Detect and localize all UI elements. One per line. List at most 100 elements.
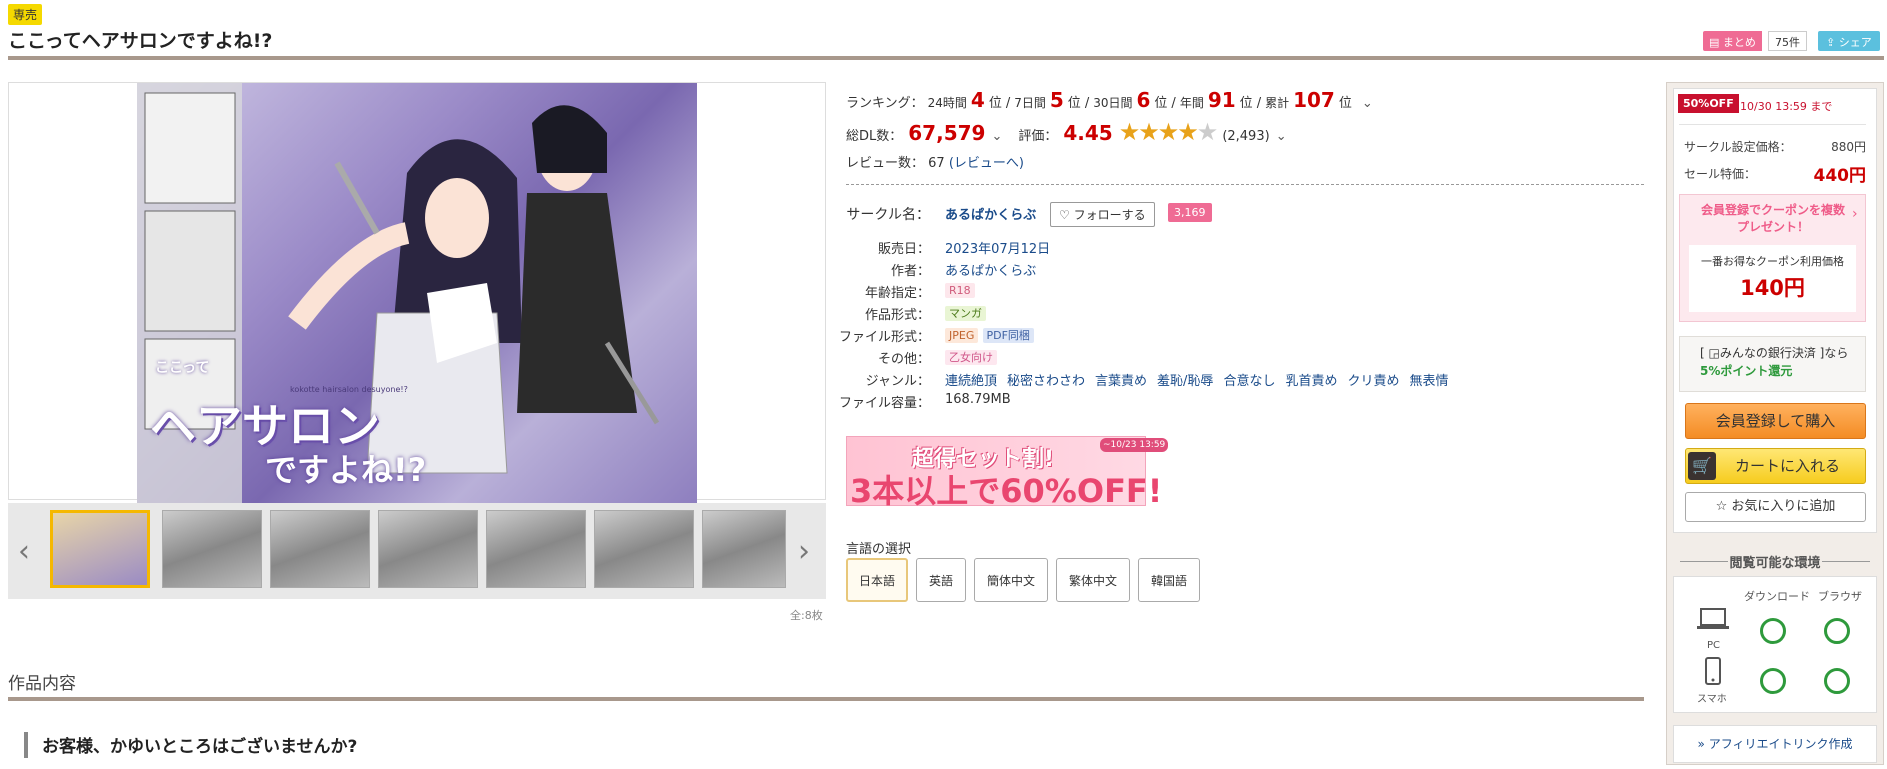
stats-row: 総DL数： 67,579 ⌄ 評価： 4.45 ★★★★★ (2,493) ⌄ bbox=[846, 118, 1287, 146]
bank-highlight: 5%ポイント還元 bbox=[1700, 364, 1793, 378]
cover-top-text: ここって bbox=[155, 360, 210, 376]
format-tag[interactable]: マンガ bbox=[945, 306, 986, 321]
add-favorite-button[interactable]: ☆ お気に入りに追加 bbox=[1685, 492, 1866, 522]
genre-link[interactable]: 言葉責め bbox=[1095, 370, 1147, 389]
other-label: その他： bbox=[877, 352, 930, 367]
rank-value: 4 bbox=[970, 88, 985, 112]
genre-label: ジャンル： bbox=[865, 374, 930, 389]
rank-value: 5 bbox=[1049, 88, 1064, 112]
rank-period: 24時間 bbox=[927, 96, 967, 110]
rank-unit: 位 bbox=[1239, 96, 1253, 111]
thumbnail-4[interactable] bbox=[378, 510, 478, 588]
chevron-down-icon[interactable]: ⌄ bbox=[1276, 129, 1287, 144]
author-link[interactable]: あるぱかくらぶ bbox=[945, 260, 1036, 279]
rating-label: 評価： bbox=[1018, 129, 1058, 144]
genre-link[interactable]: 無表情 bbox=[1409, 370, 1448, 389]
coupon-headline: 会員登録でクーポンを複数プレゼント！ bbox=[1700, 203, 1845, 234]
fav-label: お気に入りに追加 bbox=[1731, 499, 1836, 514]
price-divider bbox=[1679, 124, 1866, 125]
affiliate-link[interactable]: » アフィリエイトリンク作成 bbox=[1673, 725, 1877, 763]
lang-option-ja[interactable]: 日本語 bbox=[846, 558, 908, 602]
chevron-right-icon: › bbox=[1852, 206, 1858, 222]
thumbnail-2[interactable] bbox=[162, 510, 262, 588]
language-label: 言語の選択 bbox=[846, 542, 912, 557]
phone-download-ok-icon bbox=[1760, 668, 1786, 694]
review-label: レビュー数： bbox=[846, 156, 925, 171]
rank-period: 年間 bbox=[1179, 96, 1204, 110]
chevron-down-icon[interactable]: ⌄ bbox=[1362, 96, 1373, 111]
content-subheading: お客様、かゆいところはございませんか? bbox=[24, 732, 357, 758]
genre-link[interactable]: クリ責め bbox=[1347, 370, 1399, 389]
author-label: 作者： bbox=[890, 264, 930, 279]
thumbnail-6[interactable] bbox=[594, 510, 694, 588]
rank-sep: / bbox=[1256, 96, 1262, 111]
rank-period: 累計 bbox=[1265, 96, 1290, 110]
bank-post: ]なら bbox=[1815, 346, 1849, 360]
file-pdf-tag[interactable]: PDF同梱 bbox=[982, 328, 1034, 343]
rank-unit: 位 bbox=[1154, 96, 1168, 111]
sale-price-label: セール特価： bbox=[1684, 167, 1757, 181]
circle-label: サークル名： bbox=[846, 207, 930, 223]
ranking-row: ランキング： 24時間 4 位 / 7日間 5 位 / 30日間 6 位 / 年… bbox=[846, 88, 1373, 112]
matome-count: 75件 bbox=[1768, 31, 1807, 51]
file-jpeg-tag[interactable]: JPEG bbox=[945, 328, 979, 343]
genre-link[interactable]: 合意なし bbox=[1223, 370, 1275, 389]
share-button[interactable]: ⇪ シェア bbox=[1818, 31, 1880, 51]
genre-list: 連続絶頂 秘密さわさわ 言葉責め 羞恥/恥辱 合意なし 乳首責め クリ責め 無表… bbox=[945, 370, 1449, 389]
bank-name: みんなの銀行決済 bbox=[1719, 346, 1816, 360]
smartphone-icon-svg bbox=[1705, 657, 1721, 685]
age-tag[interactable]: R18 bbox=[945, 283, 975, 298]
rating-count: (2,493) bbox=[1222, 129, 1270, 144]
chevron-down-icon[interactable]: ⌄ bbox=[991, 129, 1002, 144]
other-tag[interactable]: 乙女向け bbox=[945, 350, 997, 365]
chevron-right-icon[interactable]: › bbox=[798, 534, 810, 569]
banner-line2: 3本以上で60%OFF! bbox=[850, 472, 1163, 510]
review-row: レビュー数： 67 (レビューへ) bbox=[846, 152, 1024, 171]
lang-option-zh-hant[interactable]: 繁体中文 bbox=[1056, 558, 1130, 602]
bank-pre: [ bbox=[1700, 346, 1709, 360]
review-count: 67 bbox=[928, 156, 945, 171]
circle-name-link[interactable]: あるぱかくらぶ bbox=[945, 204, 1036, 223]
genre-link[interactable]: 乳首責め bbox=[1285, 370, 1337, 389]
genre-link[interactable]: 連続絶頂 bbox=[945, 370, 997, 389]
dl-count: 67,579 bbox=[908, 121, 986, 145]
rank-period: 30日間 bbox=[1093, 96, 1133, 110]
sale-price: 440円 bbox=[1813, 166, 1867, 186]
file-label: ファイル形式： bbox=[838, 330, 930, 345]
genre-link[interactable]: 羞恥/恥辱 bbox=[1157, 370, 1213, 389]
rank-value: 6 bbox=[1136, 88, 1151, 112]
thumbnail-3[interactable] bbox=[270, 510, 370, 588]
thumbnail-7[interactable] bbox=[702, 510, 786, 588]
chevron-left-icon[interactable]: ‹ bbox=[18, 534, 30, 569]
matome-button[interactable]: ▤ まとめ bbox=[1703, 31, 1762, 51]
release-date-link[interactable]: 2023年07月12日 bbox=[945, 238, 1050, 257]
section-divider bbox=[8, 697, 1644, 701]
rank-unit: 位 bbox=[1338, 96, 1352, 111]
follow-button[interactable]: ♡ フォローする bbox=[1050, 202, 1155, 227]
laptop-icon bbox=[1696, 606, 1730, 639]
lang-option-zh-hans[interactable]: 簡体中文 bbox=[974, 558, 1048, 602]
file-size: 168.79MB bbox=[945, 392, 1011, 407]
thumbnail-5[interactable] bbox=[486, 510, 586, 588]
lang-option-en[interactable]: 英語 bbox=[916, 558, 966, 602]
pc-browser-ok-icon bbox=[1824, 618, 1850, 644]
thumbnail-1[interactable] bbox=[50, 510, 150, 588]
lang-option-ko[interactable]: 韓国語 bbox=[1138, 558, 1200, 602]
cover-subtitle: ですよね!? bbox=[265, 451, 427, 489]
genre-link[interactable]: 秘密さわさわ bbox=[1007, 370, 1085, 389]
buy-button[interactable]: 会員登録して購入 bbox=[1685, 403, 1866, 439]
rank-unit: 位 bbox=[1067, 96, 1081, 111]
matome-label: まとめ bbox=[1722, 36, 1756, 49]
coupon-label: 一番お得なクーポン利用価格 bbox=[1701, 255, 1844, 268]
circle-price: 880円 bbox=[1831, 140, 1866, 154]
bookmark-icon: ▤ bbox=[1709, 36, 1723, 49]
review-link[interactable]: (レビューへ) bbox=[949, 156, 1024, 171]
env-phone-label: スマホ bbox=[1697, 694, 1727, 705]
share-label: シェア bbox=[1838, 36, 1872, 49]
bank-icon: ◲ bbox=[1708, 346, 1720, 360]
section-title: 作品内容 bbox=[8, 674, 76, 694]
bank-promo-text: [ ◲みんなの銀行決済 ]なら 5%ポイント還元 bbox=[1700, 344, 1860, 380]
circle-price-label: サークル設定価格： bbox=[1684, 140, 1792, 154]
discount-until: 10/30 13:59 まで bbox=[1740, 100, 1833, 113]
cart-icon: 🛒 bbox=[1688, 452, 1716, 480]
